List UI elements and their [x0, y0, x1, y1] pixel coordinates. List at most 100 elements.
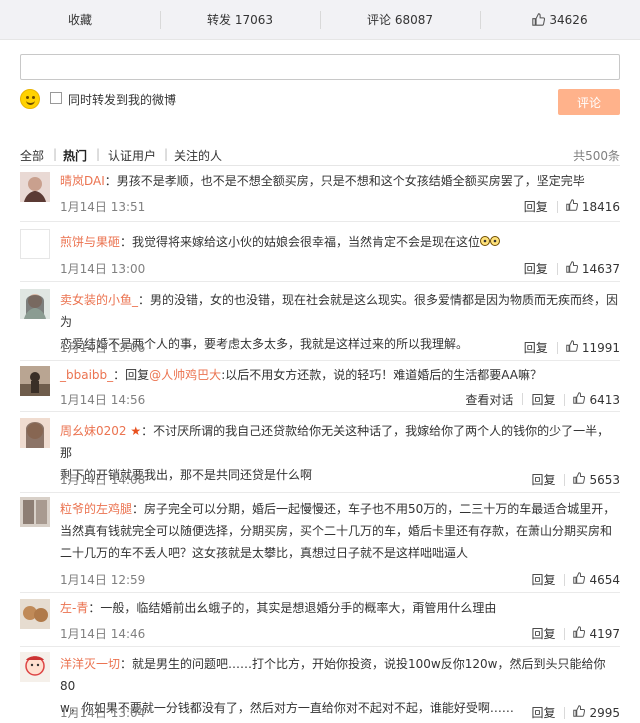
- like-count: 14637: [581, 262, 620, 276]
- tab-divider: |: [164, 147, 169, 161]
- forward-button[interactable]: 转发 17063: [160, 0, 320, 39]
- comment-username[interactable]: 煎饼与果砸: [60, 235, 120, 249]
- forward-checkbox[interactable]: [50, 92, 62, 104]
- forward-label: 转发 17063: [207, 13, 273, 27]
- like-button[interactable]: 34626: [480, 0, 640, 39]
- comment-time: 1月14日 13:51: [60, 200, 146, 214]
- thumb-up-icon: [573, 705, 586, 717]
- reply-button[interactable]: 回复: [522, 391, 564, 408]
- comment-username[interactable]: 晴岚DAI: [60, 174, 105, 188]
- like-button[interactable]: 6413: [564, 392, 620, 407]
- like-count: 5653: [589, 473, 620, 487]
- comment-button[interactable]: 评论 68087: [320, 0, 480, 39]
- avatar[interactable]: [20, 366, 50, 396]
- comment-username[interactable]: 左-青: [60, 601, 88, 615]
- avatar[interactable]: [20, 289, 50, 319]
- comment-item: 粒爷的左鸡腿：房子完全可以分期，婚后一起慢慢还，车子也不用50万的，二三十万的车…: [20, 497, 620, 593]
- comment-time: 1月14日 13:04: [60, 706, 146, 720]
- tab-divider: |: [53, 147, 58, 161]
- comment-time: 1月14日 14:08: [60, 473, 146, 487]
- tab-following[interactable]: 关注的人: [174, 147, 222, 164]
- composer-toolbar: 同时转发到我的微博 评论: [20, 88, 620, 118]
- thumb-up-icon: [573, 392, 586, 404]
- comment-username[interactable]: 粒爷的左鸡腿: [60, 502, 132, 516]
- collect-button[interactable]: 收藏: [0, 0, 160, 39]
- comment-time: 1月14日 14:46: [60, 627, 146, 641]
- like-button[interactable]: 14637: [556, 261, 620, 276]
- comment-content: ：男的没错，女的也没错，现在社会就是这么现实。很多爱情都是因为物质而无疾而终，因…: [60, 293, 619, 329]
- avatar[interactable]: [20, 418, 50, 448]
- comment-actions: 回复 18416: [515, 198, 620, 215]
- comment-content: :以后不用女方还款，说的轻巧！难道婚后的生活都要AA嘛？: [221, 368, 542, 382]
- reply-button[interactable]: 回复: [515, 339, 557, 356]
- comment-reply-prefix: ：回复: [113, 368, 150, 382]
- like-count: 18416: [581, 200, 620, 214]
- thumb-up-icon: [566, 199, 578, 211]
- reply-button[interactable]: 回复: [522, 625, 564, 642]
- comment-time: 1月14日 14:56: [60, 393, 146, 407]
- comment-label: 评论 68087: [367, 13, 433, 27]
- like-count: 6413: [589, 393, 620, 407]
- comment-username[interactable]: _bbaibb_: [60, 368, 113, 382]
- like-button[interactable]: 11991: [556, 340, 620, 355]
- comment-actions: 回复 14637: [515, 260, 620, 277]
- tab-verified[interactable]: 认证用户: [108, 147, 156, 164]
- avatar[interactable]: [20, 172, 50, 202]
- avatar[interactable]: [20, 652, 50, 682]
- star-badge-icon: ★: [130, 424, 142, 438]
- like-count: 34626: [549, 12, 588, 27]
- view-conversation-link[interactable]: 查看对话: [456, 391, 522, 408]
- comment-text: _bbaibb_：回复@人帅鸡巴大:以后不用女方还款，说的轻巧！难道婚后的生活都…: [60, 364, 620, 386]
- comment-username[interactable]: 洋洋灭一切: [60, 657, 120, 671]
- reply-button[interactable]: 回复: [515, 198, 557, 215]
- comment-username[interactable]: 卖女装的小鱼_: [60, 293, 138, 307]
- emoji-icon[interactable]: [20, 89, 40, 109]
- reply-button[interactable]: 回复: [522, 571, 564, 588]
- comment-item: 晴岚DAI：男孩不是孝顺，也不是不想全额买房，只是不想和这个女孩结婚全额买房罢了…: [20, 172, 620, 222]
- comment-time: 1月14日 13:00: [60, 262, 146, 276]
- avatar[interactable]: [20, 497, 50, 527]
- reply-button[interactable]: 回复: [522, 471, 564, 488]
- like-button[interactable]: 18416: [556, 199, 620, 214]
- thumb-up-icon: [566, 261, 578, 273]
- comment-input[interactable]: [20, 54, 620, 80]
- like-button[interactable]: 4197: [564, 626, 620, 641]
- tab-divider: |: [96, 147, 101, 161]
- tab-all[interactable]: 全部: [20, 147, 44, 164]
- submit-comment-button[interactable]: 评论: [558, 89, 620, 115]
- comment-composer: [20, 54, 620, 80]
- reply-button[interactable]: 回复: [522, 704, 564, 721]
- comment-actions: 查看对话 回复 6413: [456, 391, 620, 408]
- comment-actions: 回复 2995: [522, 704, 620, 721]
- divider: [20, 165, 620, 166]
- thumb-up-icon: [573, 626, 586, 638]
- comment-item: 卖女装的小鱼_：男的没错，女的也没错，现在社会就是这么现实。很多爱情都是因为物质…: [20, 289, 620, 361]
- avatar[interactable]: [20, 599, 50, 629]
- avatar[interactable]: [20, 229, 50, 259]
- comment-content: ：房子完全可以分期，婚后一起慢慢还，车子也不用50万的，二三十万的车最适合城里开…: [132, 502, 616, 516]
- like-count: 2995: [589, 706, 620, 720]
- collect-label: 收藏: [67, 13, 92, 27]
- thumb-up-icon: [573, 472, 586, 484]
- comment-username[interactable]: 周幺妹0202: [60, 424, 127, 438]
- comment-actions: 回复 4654: [522, 571, 620, 588]
- comment-item: 周幺妹0202 ★：不讨厌所谓的我自己还贷款给你无关这种话了，我嫁给你了两个人的…: [20, 418, 620, 493]
- thumb-up-icon: [566, 340, 578, 352]
- action-bar: 收藏 转发 17063 评论 68087 34626: [0, 0, 640, 40]
- mention-link[interactable]: @人帅鸡巴大: [149, 368, 221, 382]
- comment-item: 洋洋灭一切：就是男生的问题吧……打个比方，开始你投资，说投100w反你120w，…: [20, 652, 620, 723]
- comment-content: ：我觉得将来嫁给这小伙的姑娘会很幸福，当然肯定不会是现在这位: [120, 235, 481, 249]
- comment-time: 1月14日 13:06: [60, 341, 146, 355]
- comment-text: 左-青：一般，临结婚前出幺蛾子的，其实是想退婚分手的概率大，甭管用什么理由: [60, 597, 620, 619]
- comment-content: ：男孩不是孝顺，也不是不想全额买房，只是不想和这个女孩结婚全额买房罢了，坚定完毕: [104, 174, 585, 188]
- like-button[interactable]: 5653: [564, 472, 620, 487]
- like-button[interactable]: 2995: [564, 705, 620, 720]
- like-button[interactable]: 4654: [564, 572, 620, 587]
- like-count: 4197: [589, 627, 620, 641]
- comment-content: ：不讨厌所谓的我自己还贷款给你无关这种话了，我嫁给你了两个人的钱你的少了一半，那: [60, 424, 610, 460]
- comment-content: 当然真有钱就完全可以随便选择，分期买房，买个二十几万的车，婚后卡里还有存款，在萧…: [60, 524, 613, 538]
- comment-content: ：就是男生的问题吧……打个比方，开始你投资，说投100w反你120w，然后到头只…: [60, 657, 606, 693]
- reply-button[interactable]: 回复: [515, 260, 557, 277]
- tab-hot[interactable]: 热门: [63, 147, 87, 164]
- comment-text: 晴岚DAI：男孩不是孝顺，也不是不想全额买房，只是不想和这个女孩结婚全额买房罢了…: [60, 170, 620, 192]
